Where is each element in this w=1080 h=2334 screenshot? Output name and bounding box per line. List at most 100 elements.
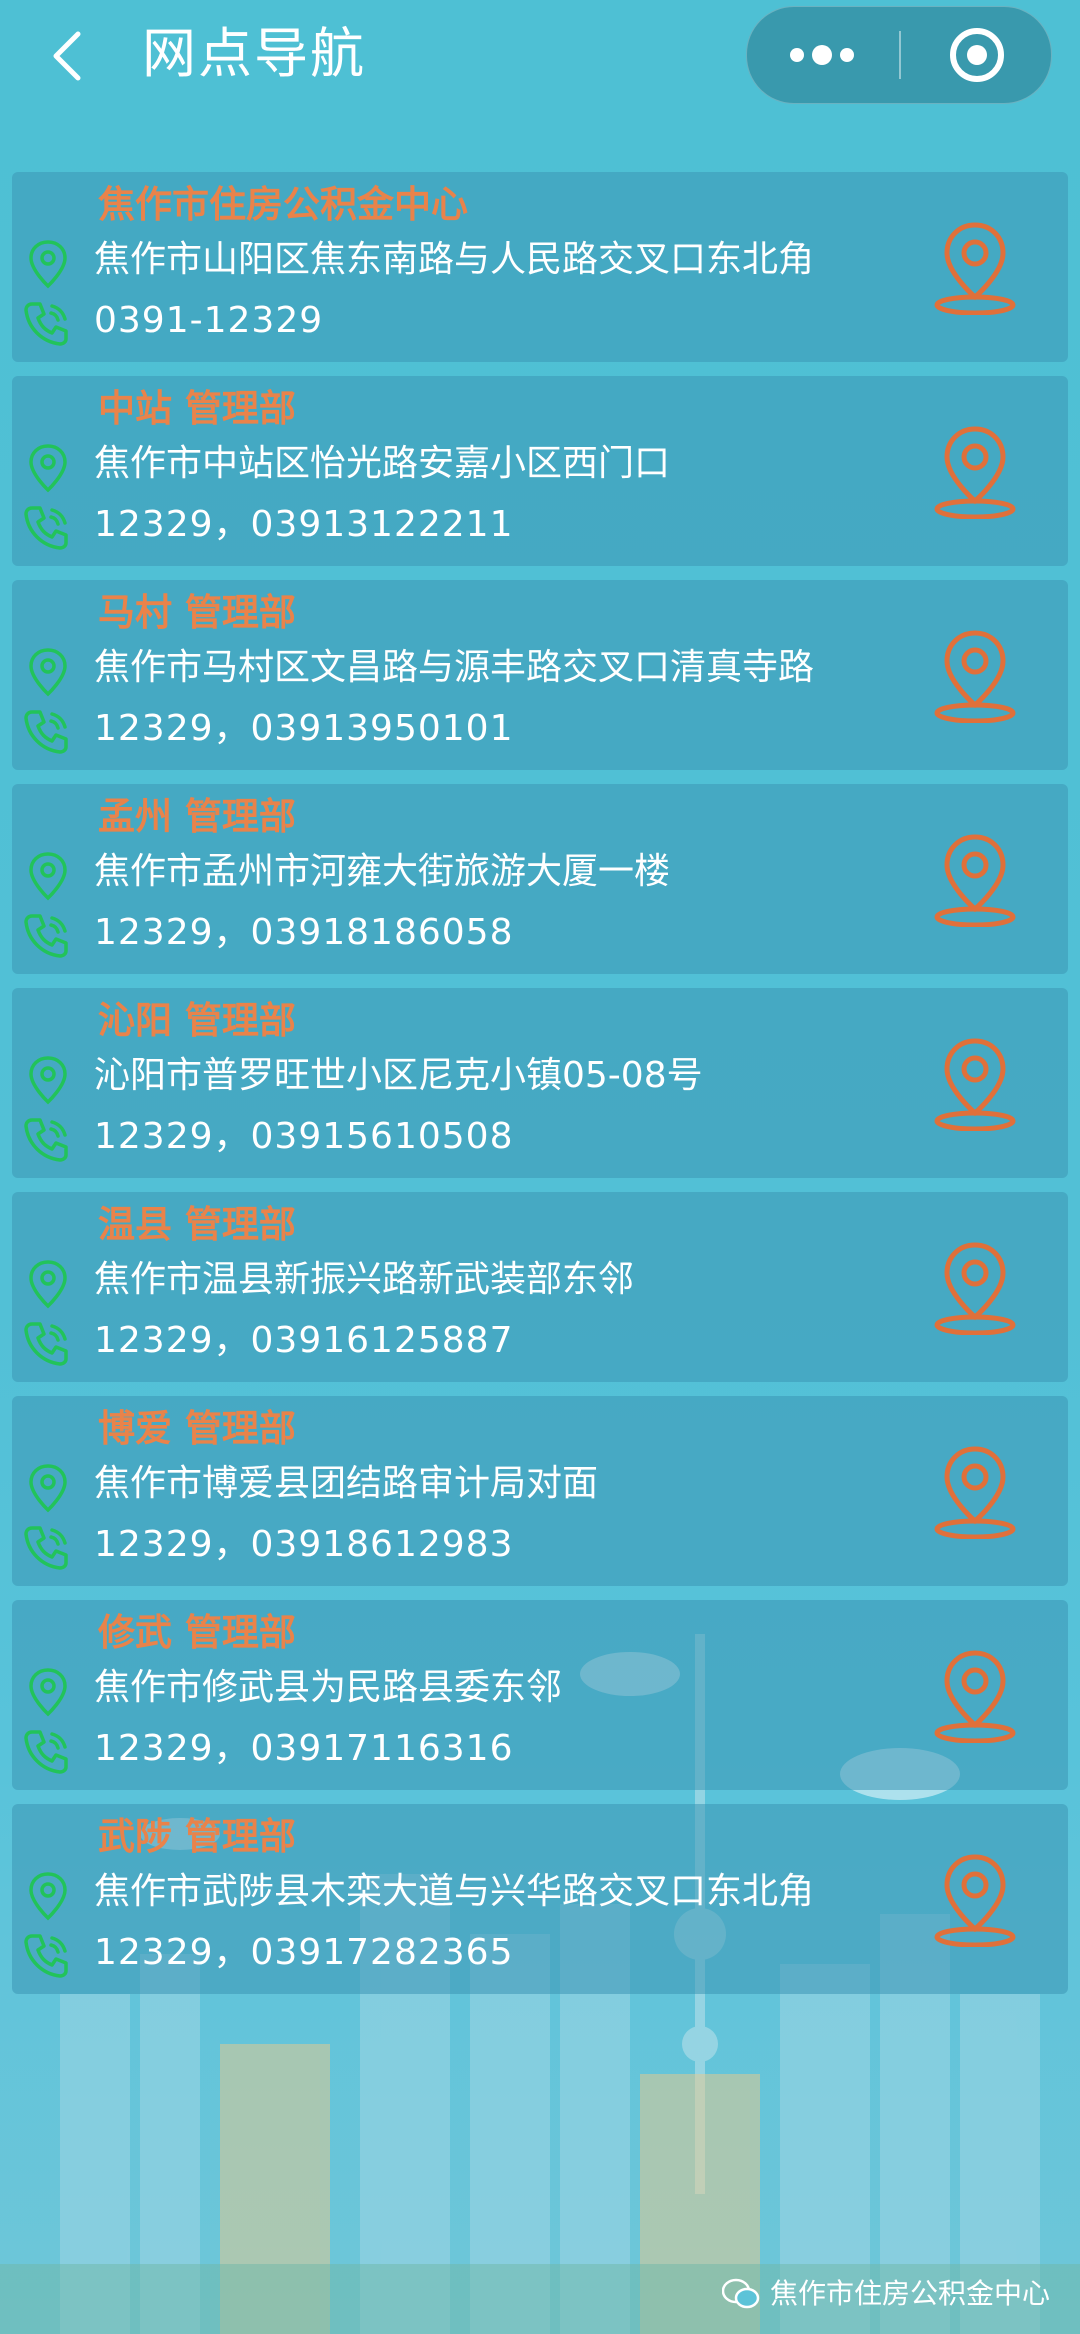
mini-program-capsule — [746, 6, 1052, 104]
location-pin-icon — [29, 648, 67, 697]
outlet-address: 焦作市山阳区焦东南路与人民路交叉口东北角 — [94, 239, 815, 280]
outlet-phone-row[interactable]: 12329，03913950101 — [18, 698, 908, 760]
outlet-phone-row[interactable]: 12329，03917116316 — [18, 1718, 908, 1780]
phone-icon — [24, 1934, 68, 1978]
location-pin-icon — [29, 240, 67, 289]
outlet-phone: 0391-12329 — [94, 300, 324, 341]
outlet-address-row: 焦作市山阳区焦东南路与人民路交叉口东北角 — [18, 230, 908, 290]
phone-icon — [24, 506, 68, 550]
navigate-button[interactable] — [930, 1239, 1020, 1336]
navigate-button[interactable] — [930, 1851, 1020, 1948]
phone-icon — [24, 710, 68, 754]
outlet-card: 博爱 管理部 焦作市博爱县团结路审计局对面 12329，03918612983 — [12, 1396, 1068, 1586]
outlet-address-row: 焦作市修武县为民路县委东邻 — [18, 1658, 908, 1718]
outlet-address-row: 焦作市马村区文昌路与源丰路交叉口清真寺路 — [18, 638, 908, 698]
capsule-divider — [899, 31, 901, 79]
page-title: 网点导航 — [142, 22, 366, 85]
phone-icon — [24, 914, 68, 958]
outlet-card: 温县 管理部 焦作市温县新振兴路新武装部东邻 12329，03916125887 — [12, 1192, 1068, 1382]
outlet-card: 沁阳 管理部 沁阳市普罗旺世小区尼克小镇05-08号 12329，0391561… — [12, 988, 1068, 1178]
navigate-button[interactable] — [930, 627, 1020, 724]
outlet-address-row: 焦作市博爱县团结路审计局对面 — [18, 1454, 908, 1514]
map-pin-icon — [934, 426, 1016, 520]
map-pin-icon — [934, 222, 1016, 316]
location-pin-icon — [29, 1668, 67, 1717]
phone-icon — [24, 1322, 68, 1366]
outlet-phone-row[interactable]: 12329，03917282365 — [18, 1922, 908, 1984]
more-dots-icon — [790, 45, 854, 65]
outlet-list: 焦作市住房公积金中心 焦作市山阳区焦东南路与人民路交叉口东北角 0391-123… — [12, 172, 1068, 2008]
outlet-phone: 12329，03917282365 — [94, 1932, 514, 1973]
navigate-button[interactable] — [930, 219, 1020, 316]
outlet-name: 孟州 管理部 — [98, 795, 296, 838]
outlet-address: 焦作市马村区文昌路与源丰路交叉口清真寺路 — [94, 647, 815, 688]
outlet-address-row: 焦作市中站区怡光路安嘉小区西门口 — [18, 434, 908, 494]
outlet-name: 马村 管理部 — [98, 591, 296, 634]
outlet-name: 焦作市住房公积金中心 — [98, 183, 468, 226]
location-pin-icon — [29, 1464, 67, 1513]
outlet-phone-row[interactable]: 12329，03918612983 — [18, 1514, 908, 1576]
location-pin-icon — [29, 1260, 67, 1309]
outlet-card: 焦作市住房公积金中心 焦作市山阳区焦东南路与人民路交叉口东北角 0391-123… — [12, 172, 1068, 362]
phone-icon — [24, 302, 68, 346]
outlet-name: 修武 管理部 — [98, 1611, 296, 1654]
nav-bar: 网点导航 — [0, 0, 1080, 110]
outlet-card: 武陟 管理部 焦作市武陟县木栾大道与兴华路交叉口东北角 12329，039172… — [12, 1804, 1068, 1994]
outlet-phone-row[interactable]: 0391-12329 — [18, 290, 908, 352]
navigate-button[interactable] — [930, 1443, 1020, 1540]
outlet-address: 焦作市修武县为民路县委东邻 — [94, 1667, 563, 1708]
outlet-address: 焦作市孟州市河雍大街旅游大厦一楼 — [94, 851, 671, 892]
wechat-watermark: 焦作市住房公积金中心 — [721, 2274, 1050, 2314]
outlet-address-row: 沁阳市普罗旺世小区尼克小镇05-08号 — [18, 1046, 908, 1106]
outlet-card: 孟州 管理部 焦作市孟州市河雍大街旅游大厦一楼 12329，0391818605… — [12, 784, 1068, 974]
outlet-phone-row[interactable]: 12329，03916125887 — [18, 1310, 908, 1372]
map-pin-icon — [934, 1650, 1016, 1744]
location-pin-icon — [29, 1056, 67, 1105]
more-button[interactable] — [747, 7, 897, 103]
outlet-card: 马村 管理部 焦作市马村区文昌路与源丰路交叉口清真寺路 12329，039139… — [12, 580, 1068, 770]
map-pin-icon — [934, 1854, 1016, 1948]
wechat-icon — [721, 2278, 760, 2309]
phone-icon — [24, 1118, 68, 1162]
outlet-address-row: 焦作市武陟县木栾大道与兴华路交叉口东北角 — [18, 1862, 908, 1922]
map-pin-icon — [934, 1038, 1016, 1132]
outlet-name: 温县 管理部 — [98, 1203, 296, 1246]
location-pin-icon — [29, 852, 67, 901]
map-pin-icon — [934, 834, 1016, 928]
outlet-address: 沁阳市普罗旺世小区尼克小镇05-08号 — [94, 1055, 703, 1096]
outlet-phone: 12329，03916125887 — [94, 1320, 514, 1361]
map-pin-icon — [934, 1242, 1016, 1336]
outlet-address-row: 焦作市温县新振兴路新武装部东邻 — [18, 1250, 908, 1310]
location-pin-icon — [29, 444, 67, 493]
outlet-address: 焦作市中站区怡光路安嘉小区西门口 — [94, 443, 671, 484]
navigate-button[interactable] — [930, 1035, 1020, 1132]
outlet-card: 中站 管理部 焦作市中站区怡光路安嘉小区西门口 12329，0391312221… — [12, 376, 1068, 566]
location-pin-icon — [29, 1872, 67, 1921]
map-pin-icon — [934, 630, 1016, 724]
outlet-address-row: 焦作市孟州市河雍大街旅游大厦一楼 — [18, 842, 908, 902]
outlet-address: 焦作市温县新振兴路新武装部东邻 — [94, 1259, 635, 1300]
outlet-phone-row[interactable]: 12329，03915610508 — [18, 1106, 908, 1168]
outlet-phone: 12329，03918612983 — [94, 1524, 514, 1565]
navigate-button[interactable] — [930, 423, 1020, 520]
outlet-phone-row[interactable]: 12329，03913122211 — [18, 494, 908, 556]
outlet-phone-row[interactable]: 12329，03918186058 — [18, 902, 908, 964]
watermark-text: 焦作市住房公积金中心 — [769, 2277, 1050, 2310]
outlet-address: 焦作市武陟县木栾大道与兴华路交叉口东北角 — [94, 1871, 815, 1912]
outlet-phone: 12329，03915610508 — [94, 1116, 514, 1157]
map-pin-icon — [934, 1446, 1016, 1540]
outlet-phone: 12329，03917116316 — [94, 1728, 514, 1769]
outlet-card: 修武 管理部 焦作市修武县为民路县委东邻 12329，03917116316 — [12, 1600, 1068, 1790]
outlet-name: 中站 管理部 — [98, 387, 296, 430]
outlet-phone: 12329，03913950101 — [94, 708, 514, 749]
navigate-button[interactable] — [930, 1647, 1020, 1744]
close-mini-program-button[interactable] — [903, 7, 1051, 103]
navigate-button[interactable] — [930, 831, 1020, 928]
phone-icon — [24, 1526, 68, 1570]
phone-icon — [24, 1730, 68, 1774]
back-button[interactable] — [44, 28, 94, 84]
outlet-phone: 12329，03913122211 — [94, 504, 514, 545]
outlet-phone: 12329，03918186058 — [94, 912, 514, 953]
outlet-name: 沁阳 管理部 — [98, 999, 296, 1042]
target-circle-icon — [950, 28, 1004, 82]
